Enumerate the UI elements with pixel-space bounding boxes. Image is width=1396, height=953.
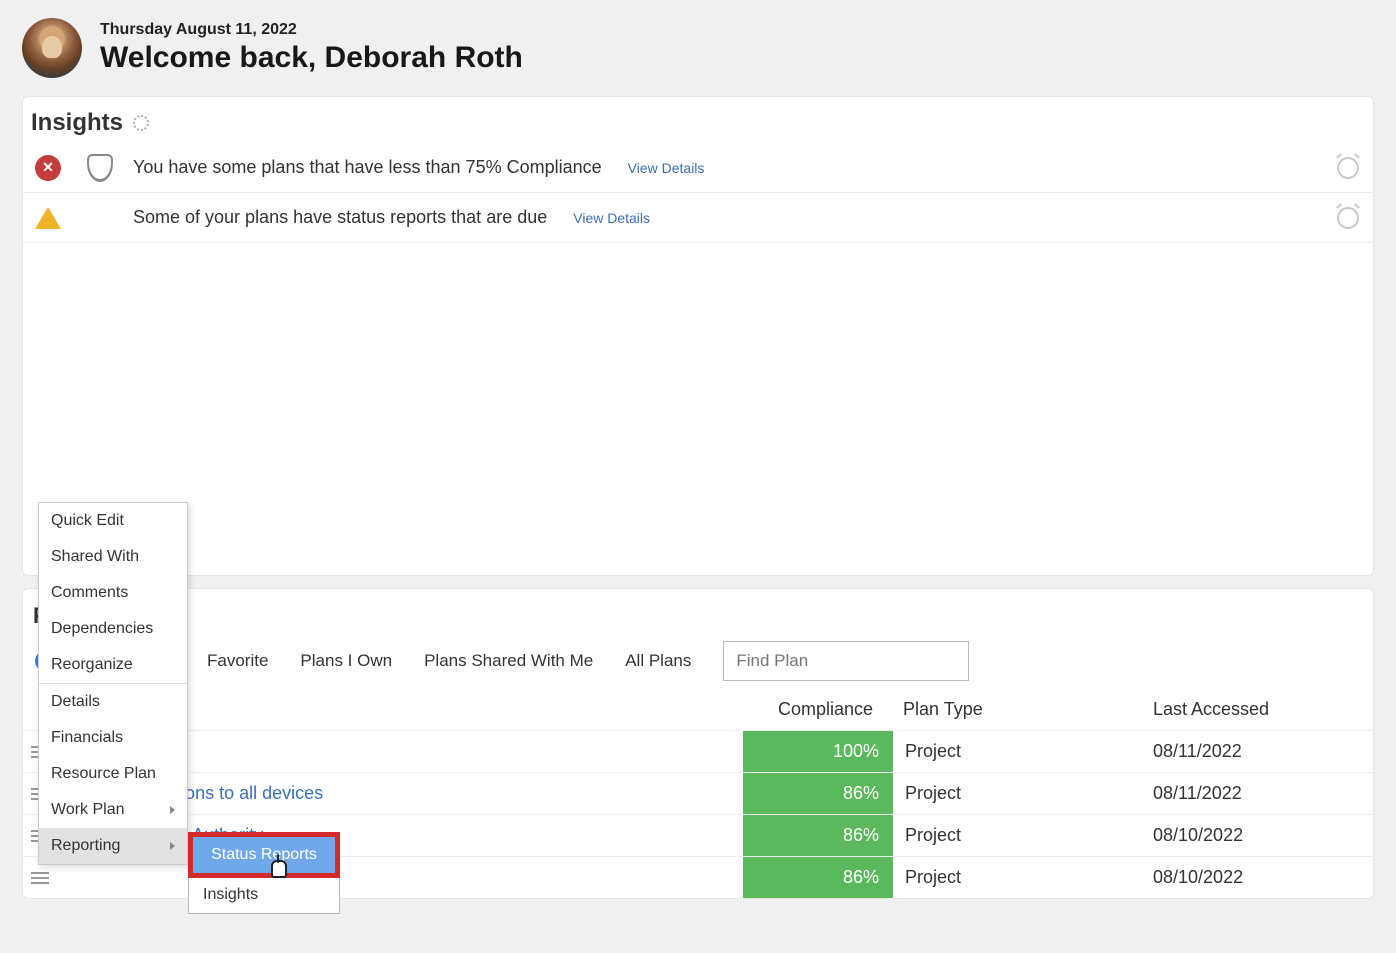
alarm-icon[interactable] [1337,157,1359,179]
tab-plans-i-own[interactable]: Plans I Own [300,651,392,671]
welcome-message: Welcome back, Deborah Roth [100,41,523,75]
menu-work-plan-label: Work Plan [51,801,125,819]
chevron-right-icon [170,806,175,814]
insights-title: Insights [31,109,123,137]
menu-reporting[interactable]: Reporting [39,828,187,864]
col-last-accessed: Last Accessed [1143,699,1373,720]
table-row[interactable]: port applications to all devices 86% Pro… [23,772,1373,814]
menu-resource-plan[interactable]: Resource Plan [39,756,187,792]
plan-type-value: Project [893,867,1143,888]
compliance-value: 86% [743,815,893,856]
menu-financials[interactable]: Financials [39,720,187,756]
drag-icon[interactable] [23,872,73,884]
plans-tabs: + Favorite Plans I Own Plans Shared With… [23,633,1373,691]
cursor-icon [268,854,288,878]
compliance-value: 100% [743,731,893,772]
table-row[interactable]: 100% Project 08/11/2022 [23,730,1373,772]
shield-icon [87,154,113,182]
insights-title-row: Insights [23,97,1373,143]
last-accessed-value: 08/10/2022 [1143,825,1373,846]
tab-plans-shared[interactable]: Plans Shared With Me [424,651,593,671]
chevron-right-icon [170,842,175,850]
menu-comments[interactable]: Comments [39,575,187,611]
view-details-link[interactable]: View Details [573,210,650,226]
tab-favorite[interactable]: Favorite [207,651,268,671]
plan-type-value: Project [893,741,1143,762]
submenu-insights[interactable]: Insights [189,877,339,913]
warning-icon [35,207,61,229]
plan-type-value: Project [893,825,1143,846]
compliance-value: 86% [743,857,893,898]
insight-row-status-reports: Some of your plans have status reports t… [23,193,1373,243]
submenu-status-reports[interactable]: Status Reports [189,833,339,877]
menu-details[interactable]: Details [39,683,187,720]
alarm-icon[interactable] [1337,207,1359,229]
plans-table-header: Compliance Plan Type Last Accessed [23,691,1373,730]
last-accessed-value: 08/11/2022 [1143,741,1373,762]
insight-text: You have some plans that have less than … [133,157,602,178]
col-compliance: Compliance [743,699,893,720]
plan-type-value: Project [893,783,1143,804]
header-text-block: Thursday August 11, 2022 Welcome back, D… [100,21,523,75]
menu-dependencies[interactable]: Dependencies [39,611,187,647]
insights-card: Insights ✕ You have some plans that have… [22,96,1374,576]
tab-all-plans[interactable]: All Plans [625,651,691,671]
last-accessed-value: 08/10/2022 [1143,867,1373,888]
menu-reorganize[interactable]: Reorganize [39,647,187,683]
reporting-submenu: Status Reports Insights [188,832,340,914]
view-details-link[interactable]: View Details [628,160,705,176]
compliance-value: 86% [743,773,893,814]
avatar[interactable] [22,18,82,78]
menu-shared-with[interactable]: Shared With [39,539,187,575]
error-icon: ✕ [35,155,61,181]
menu-quick-edit[interactable]: Quick Edit [39,503,187,539]
plans-title: P [23,593,1373,633]
context-menu: Quick Edit Shared With Comments Dependen… [38,502,188,865]
last-accessed-value: 08/11/2022 [1143,783,1373,804]
search-input[interactable] [723,641,969,681]
menu-reporting-label: Reporting [51,837,120,855]
insight-row-compliance: ✕ You have some plans that have less tha… [23,143,1373,193]
current-date: Thursday August 11, 2022 [100,21,523,39]
insight-text: Some of your plans have status reports t… [133,207,547,228]
page-header: Thursday August 11, 2022 Welcome back, D… [0,0,1396,88]
col-plan-type: Plan Type [893,699,1143,720]
menu-work-plan[interactable]: Work Plan [39,792,187,828]
refresh-icon[interactable] [133,115,149,131]
